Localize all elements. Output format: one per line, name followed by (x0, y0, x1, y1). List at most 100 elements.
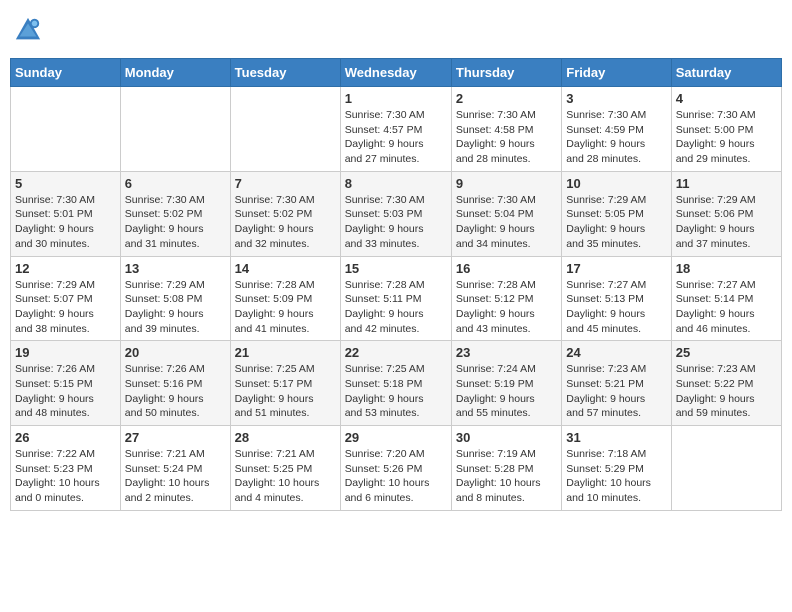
day-info: Sunrise: 7:22 AM Sunset: 5:23 PM Dayligh… (15, 447, 116, 506)
day-info: Sunrise: 7:24 AM Sunset: 5:19 PM Dayligh… (456, 362, 557, 421)
calendar-cell (120, 87, 230, 172)
weekday-header: Tuesday (230, 59, 340, 87)
day-number: 30 (456, 430, 557, 445)
day-number: 14 (235, 261, 336, 276)
calendar-cell: 23 Sunrise: 7:24 AM Sunset: 5:19 PM Dayli… (451, 341, 561, 426)
day-number: 21 (235, 345, 336, 360)
day-info: Sunrise: 7:26 AM Sunset: 5:15 PM Dayligh… (15, 362, 116, 421)
calendar-cell: 2 Sunrise: 7:30 AM Sunset: 4:58 PM Daylig… (451, 87, 561, 172)
day-number: 3 (566, 91, 666, 106)
day-info: Sunrise: 7:19 AM Sunset: 5:28 PM Dayligh… (456, 447, 557, 506)
calendar-cell: 19 Sunrise: 7:26 AM Sunset: 5:15 PM Dayli… (11, 341, 121, 426)
day-info: Sunrise: 7:28 AM Sunset: 5:11 PM Dayligh… (345, 278, 447, 337)
day-number: 16 (456, 261, 557, 276)
weekday-header: Monday (120, 59, 230, 87)
day-info: Sunrise: 7:20 AM Sunset: 5:26 PM Dayligh… (345, 447, 447, 506)
calendar-cell (671, 426, 781, 511)
calendar-cell (11, 87, 121, 172)
day-number: 4 (676, 91, 777, 106)
day-info: Sunrise: 7:29 AM Sunset: 5:06 PM Dayligh… (676, 193, 777, 252)
day-number: 31 (566, 430, 666, 445)
day-info: Sunrise: 7:30 AM Sunset: 5:04 PM Dayligh… (456, 193, 557, 252)
day-info: Sunrise: 7:29 AM Sunset: 5:05 PM Dayligh… (566, 193, 666, 252)
calendar-cell: 25 Sunrise: 7:23 AM Sunset: 5:22 PM Dayli… (671, 341, 781, 426)
day-number: 24 (566, 345, 666, 360)
day-number: 9 (456, 176, 557, 191)
day-info: Sunrise: 7:29 AM Sunset: 5:07 PM Dayligh… (15, 278, 116, 337)
day-number: 5 (15, 176, 116, 191)
calendar-cell: 22 Sunrise: 7:25 AM Sunset: 5:18 PM Dayli… (340, 341, 451, 426)
day-info: Sunrise: 7:27 AM Sunset: 5:13 PM Dayligh… (566, 278, 666, 337)
calendar-cell: 5 Sunrise: 7:30 AM Sunset: 5:01 PM Daylig… (11, 171, 121, 256)
calendar-cell: 12 Sunrise: 7:29 AM Sunset: 5:07 PM Dayli… (11, 256, 121, 341)
calendar-cell: 26Sunrise: 7:22 AM Sunset: 5:23 PM Dayli… (11, 426, 121, 511)
calendar-cell: 24 Sunrise: 7:23 AM Sunset: 5:21 PM Dayli… (562, 341, 671, 426)
day-info: Sunrise: 7:30 AM Sunset: 4:57 PM Dayligh… (345, 108, 447, 167)
calendar-week-row: 5 Sunrise: 7:30 AM Sunset: 5:01 PM Daylig… (11, 171, 782, 256)
calendar-cell: 18Sunrise: 7:27 AM Sunset: 5:14 PM Dayli… (671, 256, 781, 341)
day-number: 19 (15, 345, 116, 360)
day-info: Sunrise: 7:21 AM Sunset: 5:24 PM Dayligh… (125, 447, 226, 506)
calendar-week-row: 1 Sunrise: 7:30 AM Sunset: 4:57 PM Daylig… (11, 87, 782, 172)
day-info: Sunrise: 7:25 AM Sunset: 5:17 PM Dayligh… (235, 362, 336, 421)
day-info: Sunrise: 7:30 AM Sunset: 5:03 PM Dayligh… (345, 193, 447, 252)
calendar-cell: 13 Sunrise: 7:29 AM Sunset: 5:08 PM Dayli… (120, 256, 230, 341)
day-number: 22 (345, 345, 447, 360)
calendar-cell: 28 Sunrise: 7:21 AM Sunset: 5:25 PM Dayli… (230, 426, 340, 511)
day-info: Sunrise: 7:30 AM Sunset: 5:00 PM Dayligh… (676, 108, 777, 167)
calendar-cell: 15 Sunrise: 7:28 AM Sunset: 5:11 PM Dayli… (340, 256, 451, 341)
day-number: 23 (456, 345, 557, 360)
day-info: Sunrise: 7:25 AM Sunset: 5:18 PM Dayligh… (345, 362, 447, 421)
day-number: 12 (15, 261, 116, 276)
day-info: Sunrise: 7:30 AM Sunset: 4:59 PM Dayligh… (566, 108, 666, 167)
logo (14, 16, 46, 44)
weekday-header: Thursday (451, 59, 561, 87)
logo-icon (14, 16, 42, 44)
calendar-week-row: 12 Sunrise: 7:29 AM Sunset: 5:07 PM Dayli… (11, 256, 782, 341)
day-number: 11 (676, 176, 777, 191)
day-info: Sunrise: 7:23 AM Sunset: 5:22 PM Dayligh… (676, 362, 777, 421)
calendar-cell: 6 Sunrise: 7:30 AM Sunset: 5:02 PM Daylig… (120, 171, 230, 256)
day-number: 8 (345, 176, 447, 191)
calendar-week-row: 19 Sunrise: 7:26 AM Sunset: 5:15 PM Dayli… (11, 341, 782, 426)
calendar-cell: 21 Sunrise: 7:25 AM Sunset: 5:17 PM Dayli… (230, 341, 340, 426)
calendar-cell (230, 87, 340, 172)
calendar-cell: 29 Sunrise: 7:20 AM Sunset: 5:26 PM Dayli… (340, 426, 451, 511)
calendar-cell: 10Sunrise: 7:29 AM Sunset: 5:05 PM Dayli… (562, 171, 671, 256)
day-info: Sunrise: 7:30 AM Sunset: 5:02 PM Dayligh… (125, 193, 226, 252)
day-number: 15 (345, 261, 447, 276)
page-header (10, 10, 782, 50)
day-number: 2 (456, 91, 557, 106)
calendar-cell: 31 Sunrise: 7:18 AM Sunset: 5:29 PM Dayli… (562, 426, 671, 511)
day-info: Sunrise: 7:18 AM Sunset: 5:29 PM Dayligh… (566, 447, 666, 506)
weekday-header: Saturday (671, 59, 781, 87)
day-number: 25 (676, 345, 777, 360)
day-info: Sunrise: 7:28 AM Sunset: 5:09 PM Dayligh… (235, 278, 336, 337)
calendar-cell: 7Sunrise: 7:30 AM Sunset: 5:02 PM Daylig… (230, 171, 340, 256)
weekday-header: Wednesday (340, 59, 451, 87)
calendar-header-row: SundayMondayTuesdayWednesdayThursdayFrid… (11, 59, 782, 87)
day-info: Sunrise: 7:30 AM Sunset: 4:58 PM Dayligh… (456, 108, 557, 167)
calendar-week-row: 26Sunrise: 7:22 AM Sunset: 5:23 PM Dayli… (11, 426, 782, 511)
day-number: 13 (125, 261, 226, 276)
day-info: Sunrise: 7:21 AM Sunset: 5:25 PM Dayligh… (235, 447, 336, 506)
calendar-table: SundayMondayTuesdayWednesdayThursdayFrid… (10, 58, 782, 511)
day-number: 27 (125, 430, 226, 445)
day-number: 28 (235, 430, 336, 445)
calendar-cell: 11 Sunrise: 7:29 AM Sunset: 5:06 PM Dayli… (671, 171, 781, 256)
day-info: Sunrise: 7:29 AM Sunset: 5:08 PM Dayligh… (125, 278, 226, 337)
day-number: 29 (345, 430, 447, 445)
calendar-cell: 30 Sunrise: 7:19 AM Sunset: 5:28 PM Dayli… (451, 426, 561, 511)
calendar-cell: 14 Sunrise: 7:28 AM Sunset: 5:09 PM Dayli… (230, 256, 340, 341)
day-info: Sunrise: 7:28 AM Sunset: 5:12 PM Dayligh… (456, 278, 557, 337)
calendar-cell: 20Sunrise: 7:26 AM Sunset: 5:16 PM Dayli… (120, 341, 230, 426)
calendar-cell: 17 Sunrise: 7:27 AM Sunset: 5:13 PM Dayli… (562, 256, 671, 341)
weekday-header: Sunday (11, 59, 121, 87)
calendar-cell: 4 Sunrise: 7:30 AM Sunset: 5:00 PM Daylig… (671, 87, 781, 172)
day-number: 6 (125, 176, 226, 191)
day-number: 1 (345, 91, 447, 106)
day-info: Sunrise: 7:26 AM Sunset: 5:16 PM Dayligh… (125, 362, 226, 421)
day-info: Sunrise: 7:30 AM Sunset: 5:01 PM Dayligh… (15, 193, 116, 252)
day-number: 17 (566, 261, 666, 276)
day-info: Sunrise: 7:23 AM Sunset: 5:21 PM Dayligh… (566, 362, 666, 421)
